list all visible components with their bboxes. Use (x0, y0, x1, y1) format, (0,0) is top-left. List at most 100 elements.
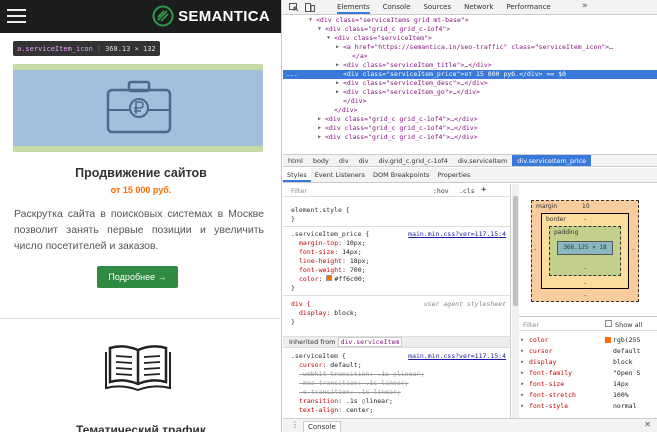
dom-node[interactable]: </div> (283, 97, 657, 106)
expand-triangle-icon[interactable]: ▶ (521, 335, 524, 345)
tab-event-listeners[interactable]: Event Listeners (311, 168, 369, 182)
inspect-cursor-icon[interactable] (289, 3, 299, 12)
breadcrumb-item[interactable]: div (354, 155, 374, 166)
css-property[interactable]: cursor: default; (299, 361, 362, 370)
margin-right-value: - (632, 246, 635, 253)
expand-triangle-icon[interactable]: ▶ (521, 357, 524, 367)
expand-triangle-icon[interactable]: ▶ (521, 346, 524, 356)
inherited-from-chip[interactable]: div.serviceItem (337, 337, 403, 347)
rule2-property[interactable]: display: block; (299, 309, 358, 318)
expand-triangle-icon[interactable]: ▶ (318, 124, 321, 133)
dom-node[interactable]: ▶ <div class="grid_c grid_c-1of4">…</div> (283, 124, 657, 133)
styles-scrollbar[interactable] (512, 184, 519, 418)
rule1-selector[interactable]: .serviceItem_price { (291, 230, 369, 239)
computed-property[interactable]: ▶ font-size 14px (519, 379, 657, 389)
tab-dom-breakpoints[interactable]: DOM Breakpoints (369, 168, 434, 182)
css-property[interactable]: line-height: 18px; (299, 257, 369, 266)
computed-property[interactable]: ▶ display block (519, 357, 657, 367)
tab-styles[interactable]: Styles (283, 168, 311, 182)
css-property[interactable]: font-size: 14px; (299, 248, 362, 257)
tab-sources[interactable]: Sources (423, 3, 451, 14)
expand-triangle-icon[interactable]: ▼ (327, 34, 330, 43)
more-button[interactable]: Подробнее → (97, 266, 178, 288)
tab-performance[interactable]: Performance (506, 3, 550, 14)
hov-toggle[interactable]: :hov (433, 187, 449, 195)
css-property[interactable]: transition: .1s ▯linear; (299, 397, 393, 406)
expand-triangle-icon[interactable]: ▶ (318, 115, 321, 124)
computed-property[interactable]: ▶ font-stretch 100% (519, 390, 657, 400)
computed-property[interactable]: ▶ color rgb(255 (519, 335, 657, 345)
tab-properties[interactable]: Properties (433, 168, 474, 182)
site-logo[interactable]: SEMANTICA (152, 5, 270, 27)
expand-triangle-icon[interactable]: ▶ (336, 43, 339, 52)
box-model-padding[interactable]: padding - 368.125 × 18 (549, 226, 621, 276)
expand-triangle-icon[interactable]: ▼ (309, 16, 312, 25)
breadcrumb-item[interactable]: div.grid_c.grid_c-1of4 (373, 155, 452, 166)
dom-node[interactable]: </div> (283, 106, 657, 115)
tab-network[interactable]: Network (464, 3, 493, 14)
css-property[interactable]: margin-top: 10px; (299, 239, 366, 248)
css-property-overridden[interactable]: -webkit-transition: .1s ▯linear; (299, 370, 424, 379)
expand-triangle-icon[interactable]: ▶ (521, 368, 524, 378)
new-rule-button[interactable]: + (481, 185, 486, 195)
expand-triangle-icon[interactable]: ▶ (336, 61, 339, 70)
dom-node[interactable]: ▼ <div class="grid_c grid_c-1of4"> (283, 25, 657, 34)
computed-filter-input[interactable]: Filter (523, 321, 539, 329)
dom-node[interactable]: ▼ <div class="serviceItem"> (283, 34, 657, 43)
elements-tree[interactable]: ▼ <div class="serviceItems grid mt-base">… (283, 16, 657, 153)
dom-node-selected[interactable]: ... <div class="serviceItem_price">от 15 … (283, 70, 657, 79)
dom-node[interactable]: ▶ <div class="serviceItem_desc">…</div> (283, 79, 657, 88)
hamburger-menu-icon[interactable] (7, 9, 26, 24)
service-icon-highlight[interactable] (13, 64, 263, 152)
expand-triangle-icon[interactable]: ▶ (336, 79, 339, 88)
drawer-menu-icon[interactable]: ⋮ (291, 420, 299, 429)
expand-triangle-icon[interactable]: ▶ (318, 133, 321, 142)
rule3-selector[interactable]: .serviceItem { (291, 352, 346, 361)
element-style-selector[interactable]: element.style { (291, 206, 350, 215)
rule3-source-link[interactable]: main.min.css?ver=117.15:4 (408, 352, 506, 360)
breadcrumb-item[interactable]: div.serviceItem_price (512, 155, 592, 166)
dom-node[interactable]: ▶ <div class="grid_c grid_c-1of4">…</div> (283, 133, 657, 142)
rule2-selector[interactable]: div { (291, 300, 311, 309)
css-property[interactable]: text-align: center; (299, 406, 373, 415)
expand-triangle-icon[interactable]: ▶ (521, 401, 524, 411)
tab-elements[interactable]: Elements (337, 3, 370, 14)
expand-triangle-icon[interactable]: ▼ (318, 25, 321, 34)
tab-console[interactable]: Console (383, 3, 411, 14)
breadcrumb-item[interactable]: div (334, 155, 354, 166)
drawer-tab-console[interactable]: Console (303, 421, 341, 432)
show-all-checkbox[interactable] (605, 320, 612, 327)
drawer-close-icon[interactable]: ✕ (644, 420, 651, 429)
rule1-source-link[interactable]: main.min.css?ver=117.15:4 (408, 230, 506, 238)
box-model-margin[interactable]: margin 10 - - - border - - padding - 368… (531, 200, 639, 302)
css-property-overridden[interactable]: -o-transition: .1s linear; (299, 388, 401, 397)
computed-property[interactable]: ▶ cursor default (519, 346, 657, 356)
breadcrumb-item[interactable]: html (283, 155, 308, 166)
dom-node[interactable]: ▶ <div class="serviceItem_go">…</div> (283, 88, 657, 97)
dom-node[interactable]: ▶ <div class="grid_c grid_c-1of4">…</div> (283, 115, 657, 124)
cls-toggle[interactable]: .cls (459, 187, 475, 195)
css-property-overridden[interactable]: -moz-transition: .1s linear; (299, 379, 409, 388)
scrollbar-thumb[interactable] (513, 196, 518, 306)
expand-triangle-icon[interactable]: ▶ (521, 379, 524, 389)
breadcrumb-item[interactable]: body (308, 155, 334, 166)
expand-triangle-icon[interactable]: ▶ (336, 88, 339, 97)
breadcrumb-item[interactable]: div.serviceItem (453, 155, 512, 166)
color-swatch[interactable] (326, 275, 333, 281)
expand-triangle-icon[interactable]: ▶ (521, 390, 524, 400)
css-property[interactable]: font-weight: 700; (299, 266, 366, 275)
dom-node[interactable]: ▶ <a href="https://semantica.in/seo-traff… (283, 43, 657, 52)
dom-node[interactable]: </a> (283, 52, 657, 61)
more-tabs-button[interactable]: » (582, 1, 588, 11)
box-model-border[interactable]: border - - padding - 368.125 × 18 (541, 213, 629, 289)
computed-property[interactable]: ▶ font-style normal (519, 401, 657, 411)
dom-node[interactable]: ▼ <div class="serviceItems grid mt-base"> (283, 16, 657, 25)
computed-property[interactable]: ▶ font-family "Open S (519, 368, 657, 378)
styles-filter-input[interactable]: Filter (291, 187, 307, 195)
box-model-content[interactable]: 368.125 × 18 (557, 241, 613, 255)
breadcrumb: html body div div div.grid_c.grid_c-1of4 div.… (283, 154, 657, 167)
css-property[interactable]: color: #ff6c00; (299, 275, 366, 284)
computed-value: 14px (613, 380, 629, 388)
dom-node[interactable]: ▶ <div class="serviceItem_title">…</div> (283, 61, 657, 70)
device-toggle-icon[interactable] (305, 3, 315, 12)
